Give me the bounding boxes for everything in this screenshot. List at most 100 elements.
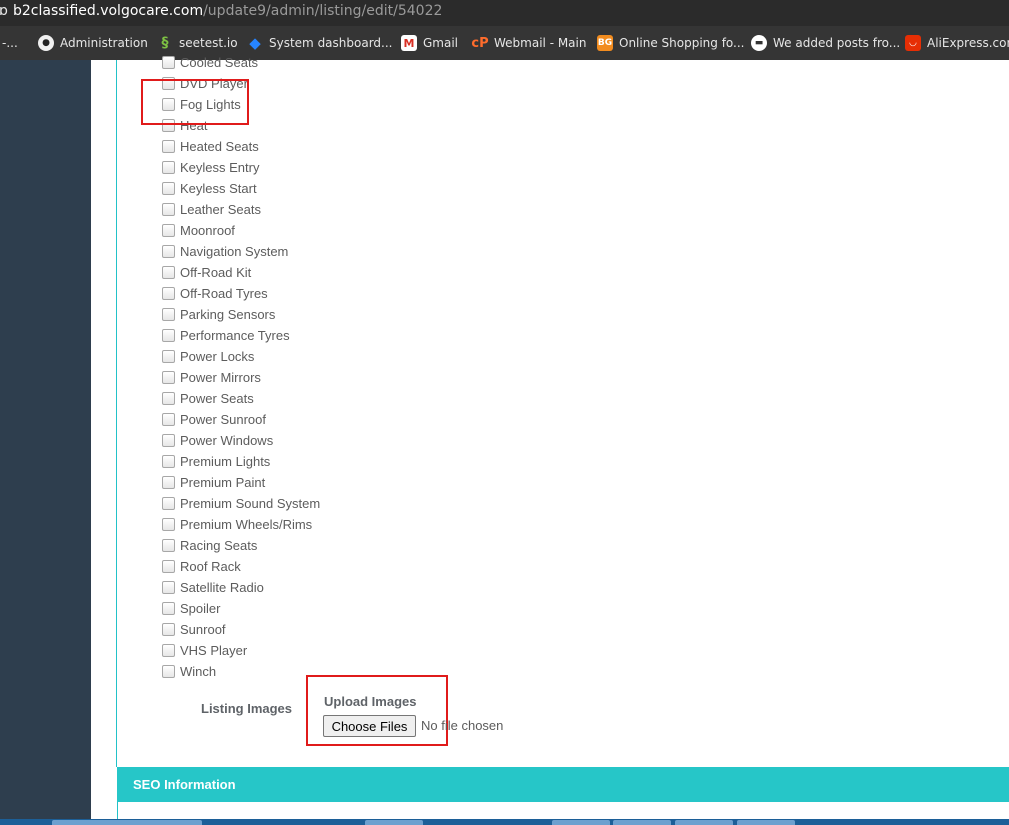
seo-information-header[interactable]: SEO Information <box>117 767 1009 802</box>
feature-checkbox[interactable] <box>162 350 175 363</box>
feature-option[interactable]: Sunroof <box>162 619 320 640</box>
feature-checkbox[interactable] <box>162 392 175 405</box>
admin-sidebar <box>0 60 91 825</box>
feature-option[interactable]: Performance Tyres <box>162 325 320 346</box>
feature-checkbox[interactable] <box>162 308 175 321</box>
address-bar[interactable]: ɒ b2classified.volgocare.com/update9/adm… <box>0 0 1009 26</box>
feature-option[interactable]: Roof Rack <box>162 556 320 577</box>
taskbar-item[interactable] <box>613 820 671 825</box>
feature-option[interactable]: Parking Sensors <box>162 304 320 325</box>
feature-label: Roof Rack <box>180 559 241 574</box>
feature-label: Off-Road Tyres <box>180 286 268 301</box>
feature-checkbox[interactable] <box>162 182 175 195</box>
feature-label: Power Sunroof <box>180 412 266 427</box>
feature-checkbox[interactable] <box>162 161 175 174</box>
feature-option[interactable]: VHS Player <box>162 640 320 661</box>
feature-checkbox[interactable] <box>162 203 175 216</box>
jira-icon: ◆ <box>249 34 261 52</box>
feature-option[interactable]: Off-Road Tyres <box>162 283 320 304</box>
feature-checkbox[interactable] <box>162 539 175 552</box>
url-text[interactable]: b2classified.volgocare.com/update9/admin… <box>13 3 442 19</box>
feature-checkbox[interactable] <box>162 518 175 531</box>
feature-label: Power Seats <box>180 391 254 406</box>
feature-option[interactable]: Premium Wheels/Rims <box>162 514 320 535</box>
feature-option[interactable]: Power Windows <box>162 430 320 451</box>
feature-option[interactable]: Power Locks <box>162 346 320 367</box>
feature-checkbox[interactable] <box>162 497 175 510</box>
feature-checkbox[interactable] <box>162 266 175 279</box>
feature-checkbox[interactable] <box>162 56 175 69</box>
feature-option[interactable]: Cooled Seats <box>162 52 320 73</box>
feature-option[interactable]: Premium Paint <box>162 472 320 493</box>
feature-label: Premium Sound System <box>180 496 321 511</box>
os-taskbar <box>0 819 1009 825</box>
feature-checkbox[interactable] <box>162 434 175 447</box>
bookmark-aliexpress[interactable]: ◡ AliExpress.com <box>905 26 1009 60</box>
bookmark-label: Administration <box>60 36 148 50</box>
feature-option[interactable]: Keyless Entry <box>162 157 320 178</box>
feature-label: Power Windows <box>180 433 274 448</box>
feature-option[interactable]: Moonroof <box>162 220 320 241</box>
feature-checkbox[interactable] <box>162 560 175 573</box>
feature-checkbox[interactable] <box>162 140 175 153</box>
seo-panel-body <box>117 802 1009 819</box>
feature-option[interactable]: Premium Lights <box>162 451 320 472</box>
banggood-icon: BG <box>597 35 613 51</box>
feature-option[interactable]: Off-Road Kit <box>162 262 320 283</box>
feature-label: Sunroof <box>180 622 226 637</box>
feature-checkbox[interactable] <box>162 455 175 468</box>
bookmark-gmail[interactable]: M Gmail <box>401 26 458 60</box>
feature-checkbox[interactable] <box>162 245 175 258</box>
bookmark-online-shopping[interactable]: BG Online Shopping fo... <box>597 26 745 60</box>
seetest-icon: § <box>161 35 169 51</box>
feature-label: Premium Lights <box>180 454 271 469</box>
feature-option[interactable]: Navigation System <box>162 241 320 262</box>
feature-checkbox[interactable] <box>162 581 175 594</box>
feature-checkbox[interactable] <box>162 224 175 237</box>
feature-label: Heated Seats <box>180 139 259 154</box>
feature-option[interactable]: Power Sunroof <box>162 409 320 430</box>
taskbar-item[interactable] <box>552 820 610 825</box>
feature-label: Cooled Seats <box>180 55 259 70</box>
bookmark-webmail[interactable]: cP Webmail - Main <box>471 26 587 60</box>
taskbar-item[interactable] <box>52 820 202 825</box>
bookmark-label: seetest.io <box>179 36 238 50</box>
bookmark-label: Online Shopping fo... <box>619 36 745 50</box>
feature-option[interactable]: Satellite Radio <box>162 577 320 598</box>
github-icon: ● <box>38 35 54 51</box>
feature-option[interactable]: Spoiler <box>162 598 320 619</box>
feature-label: Premium Paint <box>180 475 266 490</box>
feature-label: Spoiler <box>180 601 221 616</box>
bookmark-label: Webmail - Main <box>494 36 587 50</box>
feature-checkbox[interactable] <box>162 413 175 426</box>
taskbar-item[interactable] <box>737 820 795 825</box>
feature-option[interactable]: Power Mirrors <box>162 367 320 388</box>
taskbar-item[interactable] <box>365 820 423 825</box>
feature-option[interactable]: Keyless Start <box>162 178 320 199</box>
taskbar-item[interactable] <box>675 820 733 825</box>
feature-checkbox[interactable] <box>162 287 175 300</box>
feature-option[interactable]: Racing Seats <box>162 535 320 556</box>
feature-checkbox[interactable] <box>162 602 175 615</box>
feature-checkbox[interactable] <box>162 329 175 342</box>
bookmark-we-added-posts[interactable]: ▬ We added posts fro... <box>751 26 900 60</box>
feature-checkbox[interactable] <box>162 623 175 636</box>
choose-files-button[interactable]: Choose Files <box>323 715 416 737</box>
bookmark-label: AliExpress.com <box>927 36 1009 50</box>
feature-label: Satellite Radio <box>180 580 264 595</box>
site-info-icon[interactable]: ɒ <box>0 3 8 19</box>
bookmark-administration[interactable]: ● Administration <box>38 26 148 60</box>
feature-checkbox[interactable] <box>162 665 175 678</box>
feature-label: Leather Seats <box>180 202 261 217</box>
feature-checkbox[interactable] <box>162 476 175 489</box>
file-status-text: No file chosen <box>421 718 504 733</box>
bookmark-truncated[interactable]: -... <box>2 26 18 60</box>
feature-checkbox[interactable] <box>162 371 175 384</box>
feature-option[interactable]: Power Seats <box>162 388 320 409</box>
feature-option[interactable]: Winch <box>162 661 320 682</box>
feature-checkbox[interactable] <box>162 644 175 657</box>
bookmarks-bar: -... ● Administration § seetest.io ◆ Sys… <box>0 26 1009 60</box>
feature-option[interactable]: Heated Seats <box>162 136 320 157</box>
feature-option[interactable]: Leather Seats <box>162 199 320 220</box>
feature-option[interactable]: Premium Sound System <box>162 493 320 514</box>
